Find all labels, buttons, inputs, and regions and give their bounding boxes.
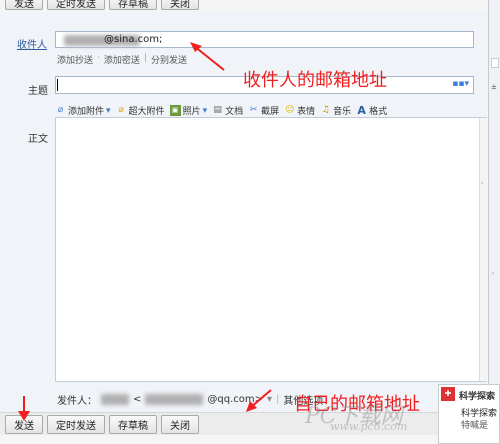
recipient-annotation: 收件人的邮箱地址 [243, 70, 387, 91]
emoji-tool[interactable]: ☺ 表情 [284, 104, 315, 117]
sender-arrow-icon [246, 389, 272, 412]
recipient-label[interactable]: 收件人 [17, 36, 47, 51]
big-clip-icon: ⌀ [118, 105, 124, 115]
add-bcc-link[interactable]: 添加密送 [104, 53, 140, 66]
paperclip-icon: ⌀ [57, 105, 64, 115]
notification-line2: 特喊是 [461, 421, 489, 431]
save-draft-button[interactable]: 存草稿 [109, 414, 157, 434]
notification-title: 科学探索 [459, 392, 496, 402]
smiley-icon: ☺ [284, 105, 295, 115]
chevron-down-icon[interactable]: ▾ [106, 106, 111, 116]
subject-label: 主题 [28, 86, 48, 97]
music-tool[interactable]: ♫ 音乐 [320, 104, 352, 117]
format-a-icon: A [357, 104, 366, 117]
send-button-top[interactable]: 发送 [5, 0, 43, 10]
chevron-down-icon[interactable]: ▾ [203, 106, 208, 116]
body-label: 正文 [28, 134, 48, 145]
recipient-email: @sina.com; [104, 34, 163, 45]
blurred-sender-address [145, 394, 204, 405]
side-toggle-icon[interactable]: ± [491, 83, 499, 91]
blurred-sender-name [101, 394, 129, 405]
recipient-arrow-icon [190, 42, 225, 71]
recipient-input[interactable]: @sina.com; [55, 31, 474, 48]
body-editor[interactable] [55, 117, 487, 382]
close-button[interactable]: 关闭 [161, 414, 199, 434]
document-tool[interactable]: ▤ 文档 [212, 104, 243, 117]
send-arrow-icon [18, 396, 30, 421]
timed-send-button[interactable]: 定时发送 [47, 414, 105, 434]
news-logo-icon: ✚ [441, 387, 455, 401]
save-draft-button-top[interactable]: 存草稿 [109, 0, 157, 10]
subject-grid-icon[interactable]: ▪▪▾ [452, 79, 469, 89]
photo-tool[interactable]: ▣ 照片 ▾ [169, 104, 208, 117]
close-button-top[interactable]: 关闭 [161, 0, 199, 10]
side-item-icon[interactable]: ◦ [491, 270, 499, 278]
format-tool[interactable]: A 格式 [356, 104, 387, 117]
expand-arrow-icon[interactable]: › [481, 180, 483, 187]
recipient-options: 添加抄送 · 添加密送 | 分别发送 [57, 53, 187, 66]
add-attachment-tool[interactable]: ⌀ 添加附件 ▾ [55, 104, 111, 117]
sender-label: 发件人： [57, 396, 97, 407]
music-note-icon: ♫ [321, 105, 330, 115]
scissors-icon: ✂ [249, 105, 258, 115]
screenshot-tool[interactable]: ✂ 截屏 [248, 104, 279, 117]
document-icon: ▤ [213, 105, 222, 115]
photo-icon: ▣ [169, 105, 181, 116]
right-side-panel: ± ◦ [488, 0, 500, 444]
super-attachment-tool[interactable]: ⌀ 超大附件 [116, 104, 164, 117]
separate-send-link[interactable]: 分别发送 [151, 53, 187, 66]
attachment-toolbar: ⌀ 添加附件 ▾ ⌀ 超大附件 ▣ 照片 ▾ ▤ 文档 ✂ 截屏 ☺ 表情 ♫ … [55, 104, 387, 117]
watermark-url: www.pc6.com [330, 420, 408, 433]
text-cursor [57, 79, 58, 91]
top-toolbar: 发送 定时发送 存草稿 关闭 [0, 0, 487, 12]
sender-row: 发件人： < @qq.com> ▾ | 其他选项 [57, 394, 324, 407]
body-scrollbar[interactable]: › [479, 118, 487, 381]
add-cc-link[interactable]: 添加抄送 [57, 53, 93, 66]
timed-send-button-top[interactable]: 定时发送 [47, 0, 105, 10]
side-box-1[interactable] [491, 58, 499, 68]
notification-popup[interactable]: ✚ 科学探索 科学探索 特喊是 [438, 384, 500, 444]
